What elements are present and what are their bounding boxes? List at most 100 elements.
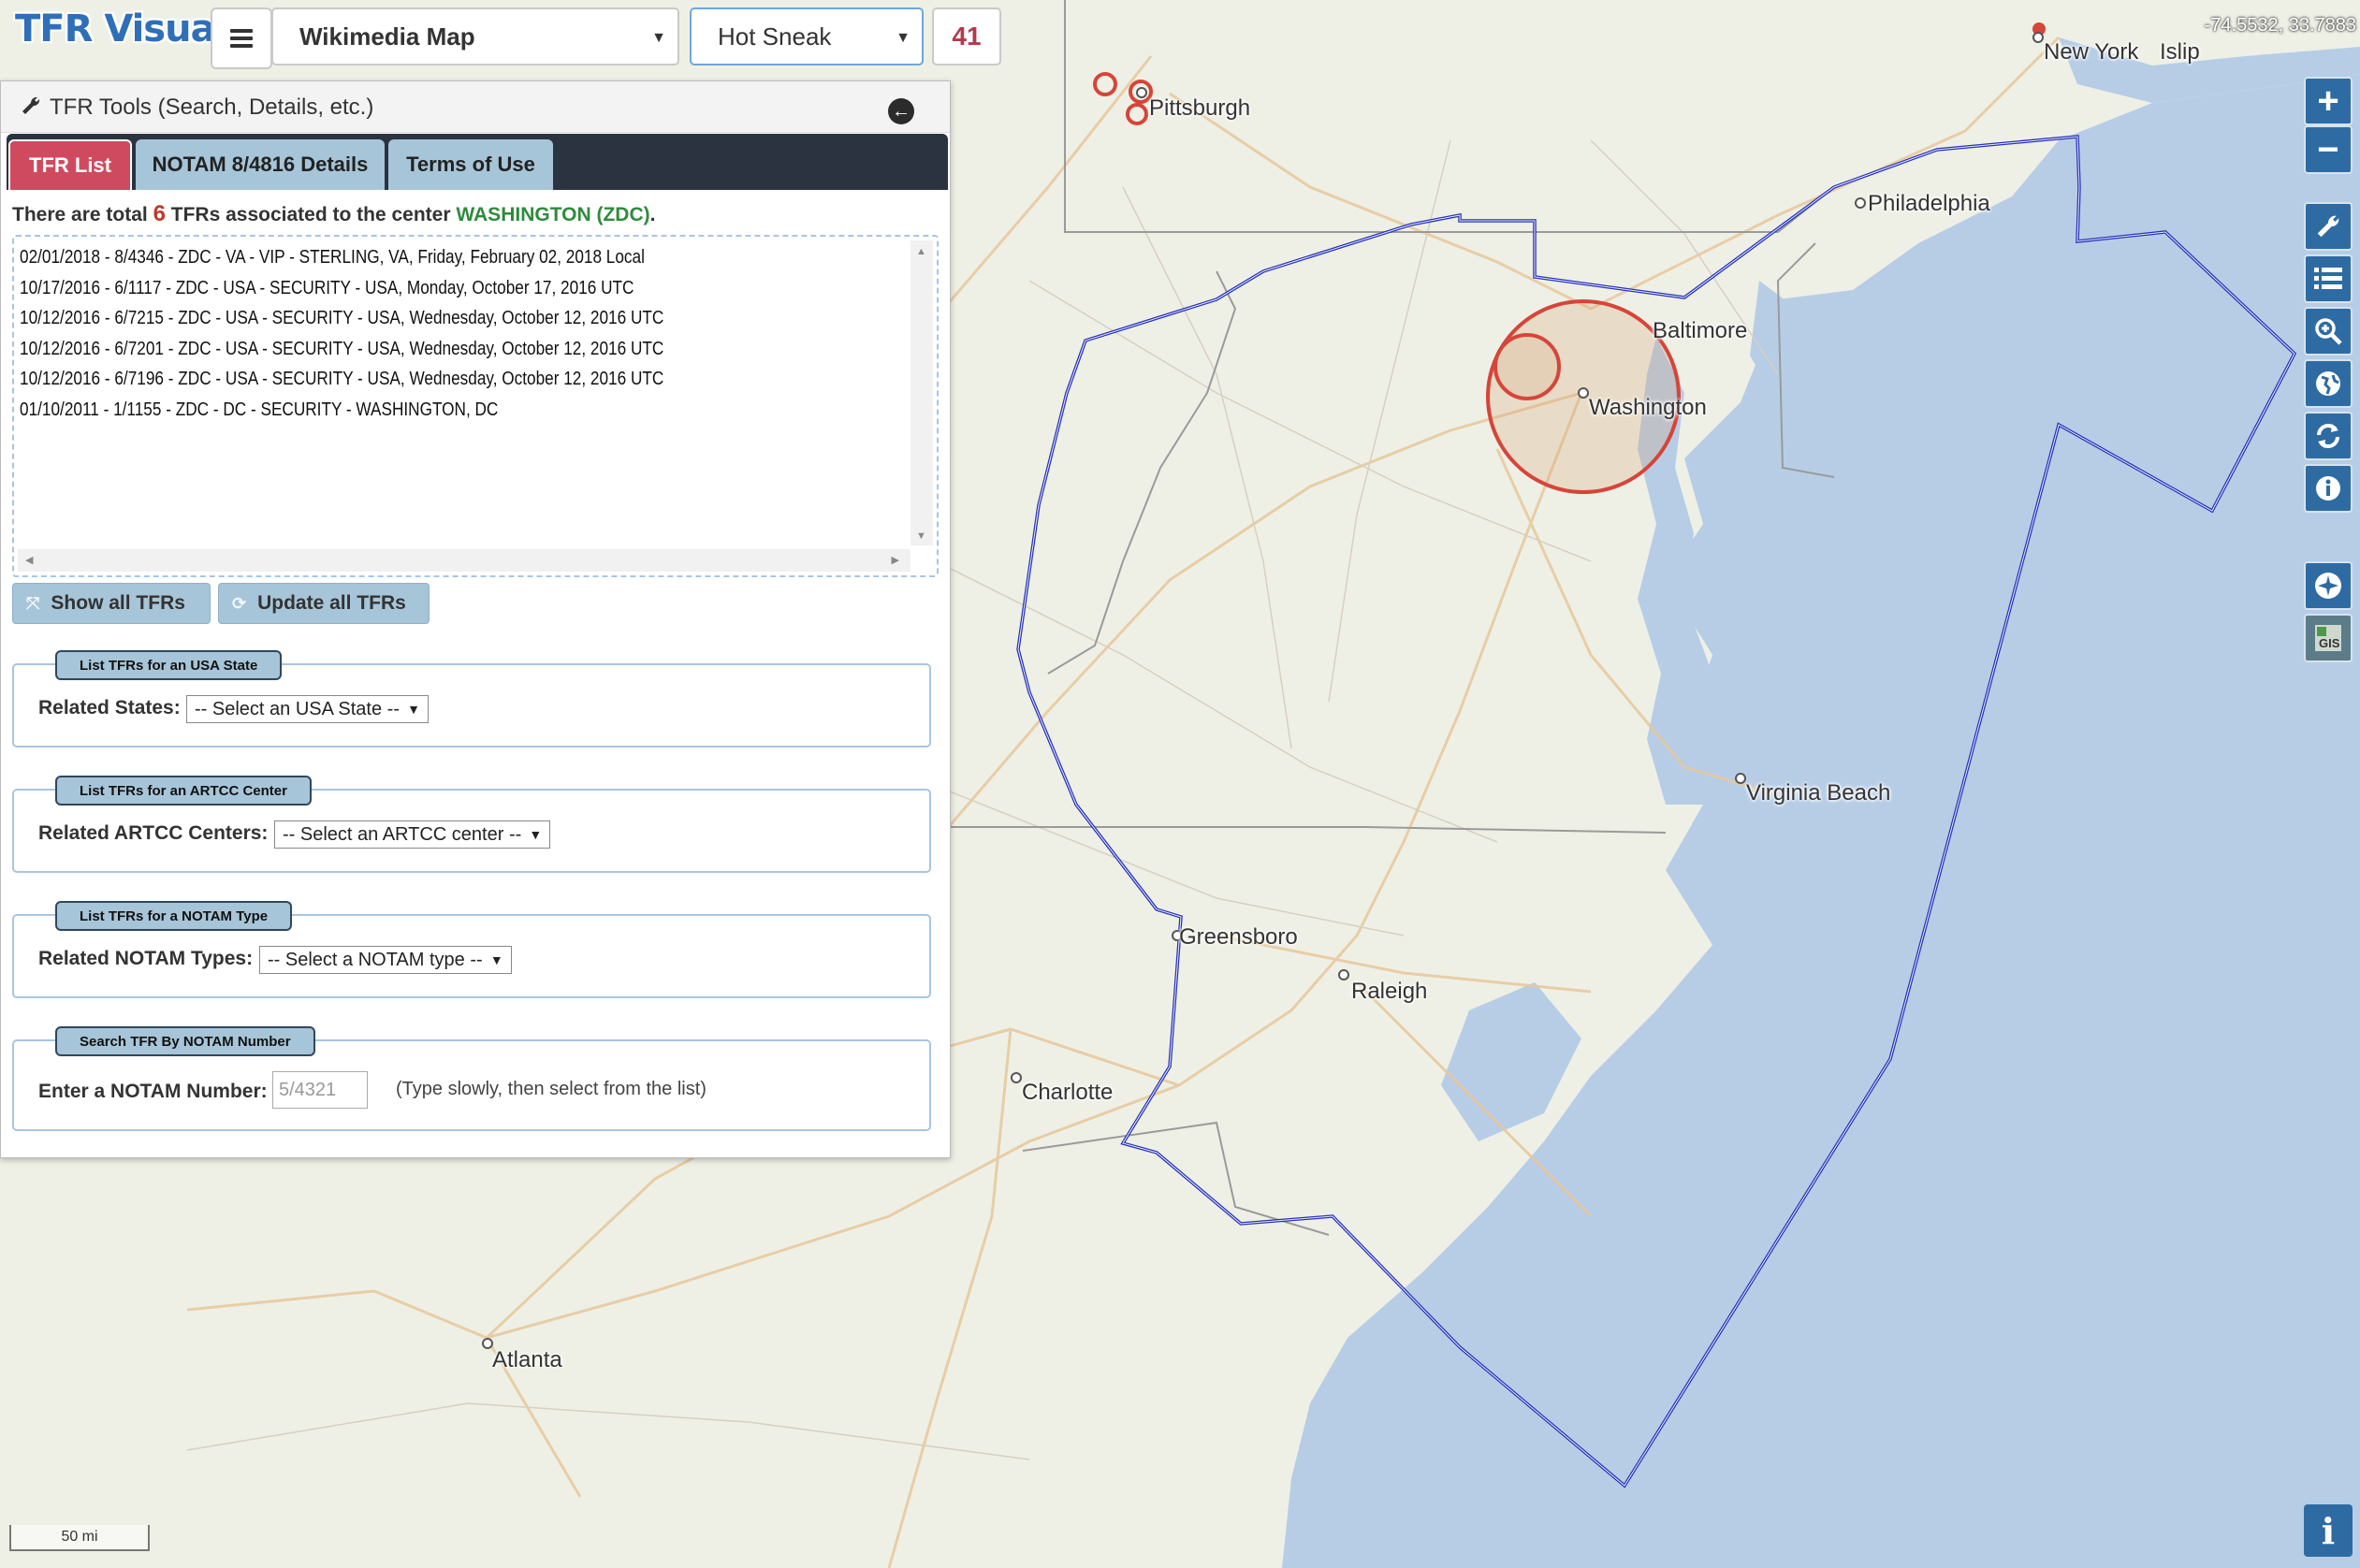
state-filter-group: List TFRs for an USA State Related State… [12, 650, 931, 748]
state-filter-label: Related States: [38, 697, 181, 719]
globe-icon [2316, 371, 2340, 396]
tab-tfr-list[interactable]: TFR List [8, 139, 132, 190]
globe-button[interactable] [2304, 359, 2353, 408]
airport-icon [2315, 573, 2341, 599]
hamburger-icon [230, 29, 253, 48]
list-item[interactable]: 10/12/2016 - 6/7201 - ZDC - USA - SECURI… [20, 334, 663, 365]
tfr-listbox[interactable]: 02/01/2018 - 8/4346 - ZDC - VA - VIP - S… [12, 235, 939, 577]
info-circle-button[interactable] [2304, 464, 2353, 513]
gis-icon: GIS [2315, 625, 2341, 651]
scroll-left-icon[interactable]: ◀ [25, 554, 33, 566]
city-label-virginia-beach: Virginia Beach [1746, 780, 1891, 806]
tools-button[interactable] [2304, 202, 2353, 251]
zoom-in-button[interactable]: + [2304, 77, 2353, 125]
map-scale-bar: 50 mi [9, 1525, 150, 1551]
list-item[interactable]: 10/12/2016 - 6/7196 - ZDC - USA - SECURI… [20, 364, 663, 395]
city-label-washington: Washington [1589, 395, 1707, 420]
gis-button[interactable]: GIS [2304, 614, 2353, 662]
city-label-raleigh: Raleigh [1351, 979, 1428, 1004]
notam-type-filter-legend: List TFRs for a NOTAM Type [55, 901, 293, 931]
attribution-info-button[interactable]: i [2304, 1504, 2353, 1557]
chevron-down-icon: ▼ [407, 702, 420, 717]
notam-search-group: Search TFR By NOTAM Number Enter a NOTAM… [12, 1026, 931, 1131]
list-item[interactable]: 10/17/2016 - 6/1117 - ZDC - USA - SECURI… [20, 273, 663, 304]
wrench-icon [2317, 215, 2339, 238]
city-label-islip: Islip [2160, 39, 2200, 65]
city-label-atlanta: Atlanta [492, 1347, 562, 1372]
tfr-tools-panel: TFR Tools (Search, Details, etc.) ← TFR … [0, 80, 951, 1158]
show-all-label: Show all TFRs [51, 592, 185, 614]
state-filter-legend: List TFRs for an USA State [55, 650, 283, 680]
list-item[interactable]: 01/10/2011 - 1/1155 - ZDC - DC - SECURIT… [20, 395, 663, 426]
scroll-up-icon[interactable]: ▲ [916, 246, 926, 257]
state-select[interactable]: -- Select an USA State -- ▼ [186, 695, 429, 723]
map-style-select[interactable]: Hot Sneak ▼ [690, 7, 924, 65]
city-label-new-york: New York [2044, 39, 2139, 65]
expand-icon: ⤧ [26, 593, 40, 613]
city-label-charlotte: Charlotte [1022, 1080, 1114, 1105]
artcc-select[interactable]: -- Select an ARTCC center -- ▼ [274, 820, 551, 849]
notam-type-filter-group: List TFRs for a NOTAM Type Related NOTAM… [12, 901, 931, 998]
notam-type-select[interactable]: -- Select a NOTAM type -- ▼ [259, 946, 512, 974]
tfr-circle-sterling [1493, 333, 1561, 400]
map-layer-value: Wikimedia Map [299, 22, 475, 51]
list-item[interactable]: 10/12/2016 - 6/7215 - ZDC - USA - SECURI… [20, 303, 663, 334]
summary-center: WASHINGTON (ZDC) [456, 204, 650, 225]
zoom-out-button[interactable]: − [2304, 125, 2353, 174]
list-button[interactable] [2304, 254, 2353, 303]
scroll-right-icon[interactable]: ▶ [892, 554, 899, 566]
notam-number-input[interactable]: 5/4321 [272, 1071, 368, 1109]
update-all-tfrs-button[interactable]: ⟳ Update all TFRs [218, 583, 430, 624]
summary-suffix: . [649, 204, 656, 225]
chevron-down-icon: ▼ [896, 30, 910, 46]
update-all-label: Update all TFRs [257, 592, 406, 614]
city-label-greensboro: Greensboro [1179, 924, 1298, 950]
tab-notam-details[interactable]: NOTAM 8/4816 Details [136, 139, 385, 190]
info-icon [2316, 476, 2340, 501]
list-icon [2314, 268, 2342, 289]
collapse-panel-button[interactable]: ← [888, 98, 914, 124]
chevron-down-icon: ▼ [489, 952, 503, 967]
city-label-philadelphia: Philadelphia [1868, 191, 1990, 216]
summary-prefix: There are total [12, 204, 148, 225]
artcc-select-value: -- Select an ARTCC center -- [283, 823, 522, 845]
artcc-filter-legend: List TFRs for an ARTCC Center [55, 776, 312, 806]
summary-middle: TFRs associated to the center [170, 204, 451, 225]
notam-type-select-value: -- Select a NOTAM type -- [268, 949, 483, 970]
chevron-down-icon: ▼ [651, 30, 666, 46]
wrench-icon [22, 96, 40, 114]
airport-button[interactable] [2304, 561, 2353, 610]
scroll-down-icon[interactable]: ▼ [916, 530, 926, 542]
panel-title: TFR Tools (Search, Details, etc.) [50, 94, 374, 120]
refresh-button[interactable] [2304, 412, 2353, 460]
tab-bar: TFR List NOTAM 8/4816 Details Terms of U… [7, 134, 948, 190]
refresh-icon [2317, 424, 2339, 448]
zoom-search-icon [2315, 318, 2342, 345]
notam-type-filter-label: Related NOTAM Types: [38, 948, 254, 969]
tfr-count-badge: 41 [932, 7, 1001, 65]
map-layer-select[interactable]: Wikimedia Map ▼ [271, 7, 679, 65]
show-all-tfrs-button[interactable]: ⤧ Show all TFRs [12, 583, 211, 624]
city-label-baltimore: Baltimore [1653, 318, 1748, 343]
vertical-scrollbar[interactable]: ▲ ▼ [910, 240, 933, 545]
notam-search-hint: (Type slowly, then select from the list) [396, 1079, 707, 1099]
notam-search-legend: Search TFR By NOTAM Number [55, 1026, 315, 1056]
notam-search-label: Enter a NOTAM Number: [38, 1081, 268, 1102]
map-style-value: Hot Sneak [718, 22, 832, 51]
state-select-value: -- Select an USA State -- [195, 698, 400, 719]
horizontal-scrollbar[interactable]: ◀ ▶ [18, 549, 910, 572]
artcc-filter-label: Related ARTCC Centers: [38, 822, 269, 844]
zoom-search-button[interactable] [2304, 307, 2353, 356]
artcc-filter-group: List TFRs for an ARTCC Center Related AR… [12, 776, 931, 873]
summary-count: 6 [153, 201, 166, 226]
tfr-summary: There are total 6 TFRs associated to the… [12, 201, 655, 227]
city-label-pittsburgh: Pittsburgh [1149, 95, 1251, 121]
refresh-icon: ⟳ [232, 593, 247, 613]
chevron-down-icon: ▼ [529, 827, 543, 842]
hamburger-menu-button[interactable] [211, 7, 272, 69]
list-item[interactable]: 02/01/2018 - 8/4346 - ZDC - VA - VIP - S… [20, 242, 663, 273]
panel-header[interactable]: TFR Tools (Search, Details, etc.) ← [1, 81, 950, 133]
arrow-left-icon: ← [892, 101, 910, 122]
tab-terms-of-use[interactable]: Terms of Use [388, 139, 553, 190]
svg-text:GIS: GIS [2319, 636, 2340, 650]
